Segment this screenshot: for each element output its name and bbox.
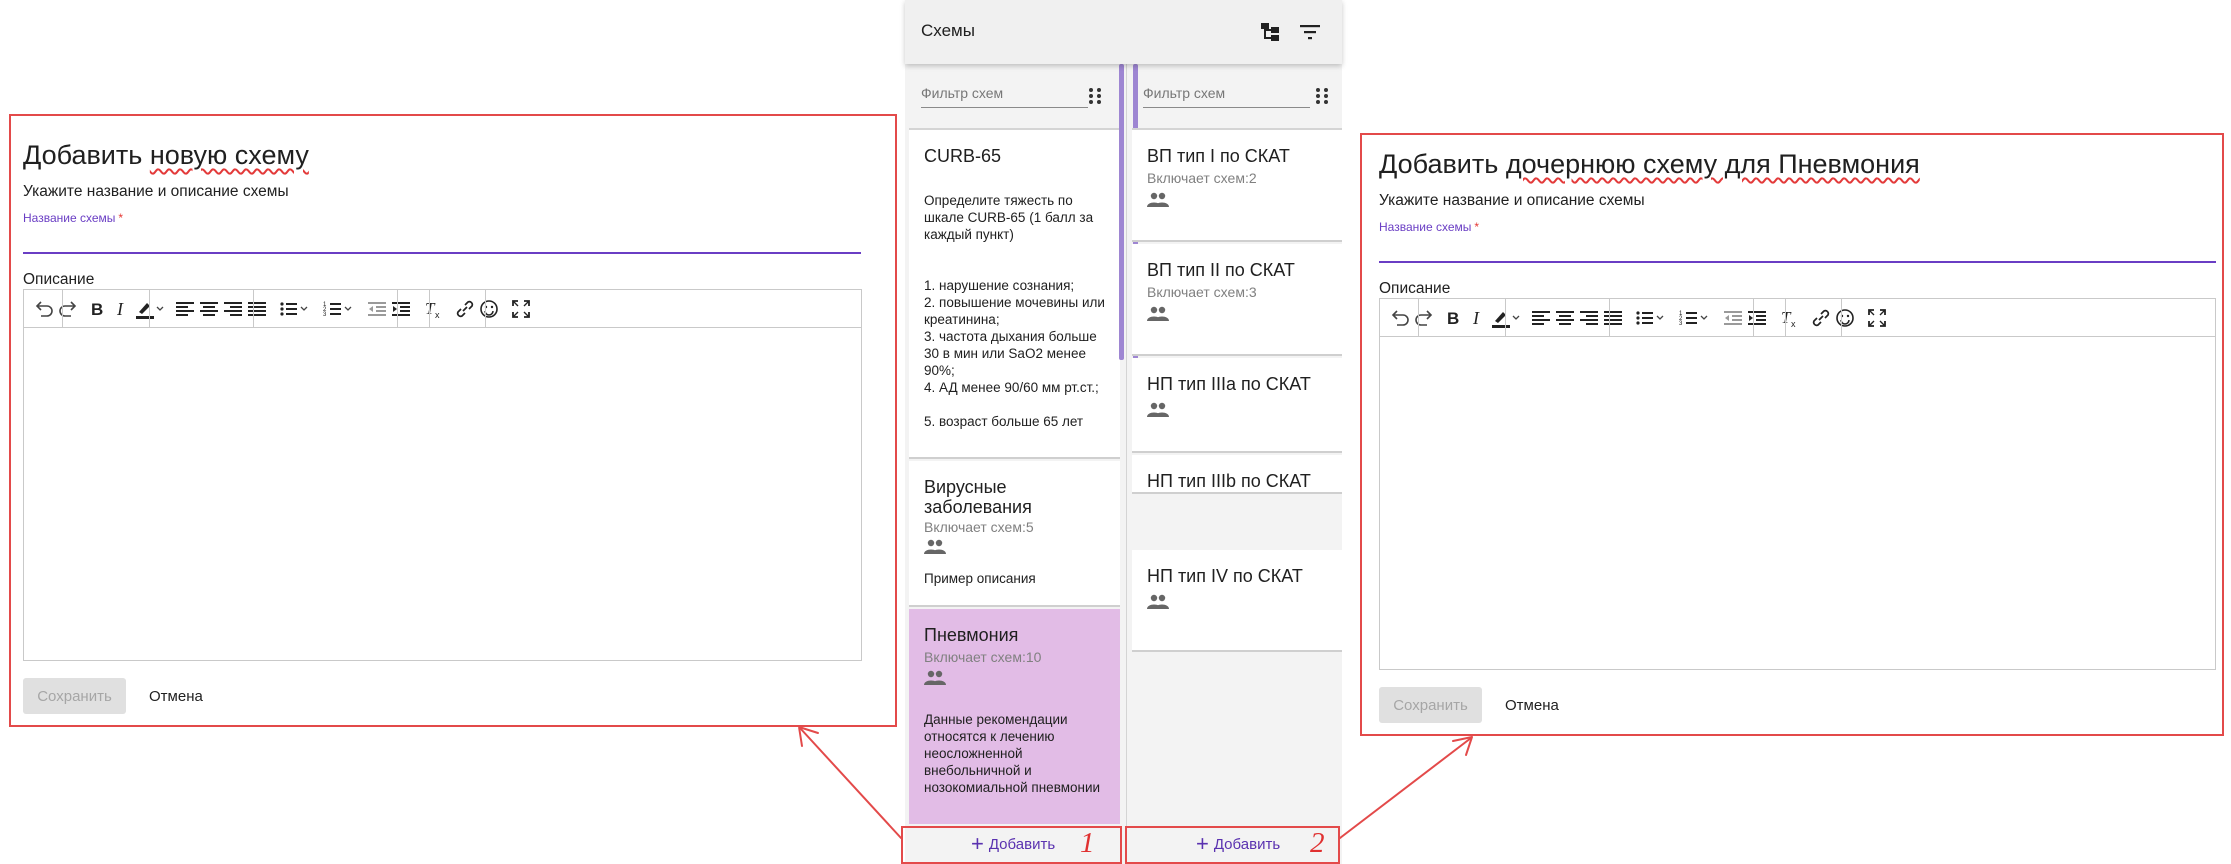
filter-icon[interactable]: [1299, 22, 1321, 47]
arrow-1-line: [799, 727, 902, 839]
app-header: Схемы: [905, 0, 1342, 64]
screenshot-stage: Добавить новую схему Укажите название и …: [0, 0, 2231, 864]
arrow-2-line: [1339, 737, 1472, 839]
hierarchy-icon[interactable]: [1259, 21, 1281, 48]
annotation-arrows: [798, 726, 1473, 839]
app-title: Схемы: [921, 21, 975, 40]
